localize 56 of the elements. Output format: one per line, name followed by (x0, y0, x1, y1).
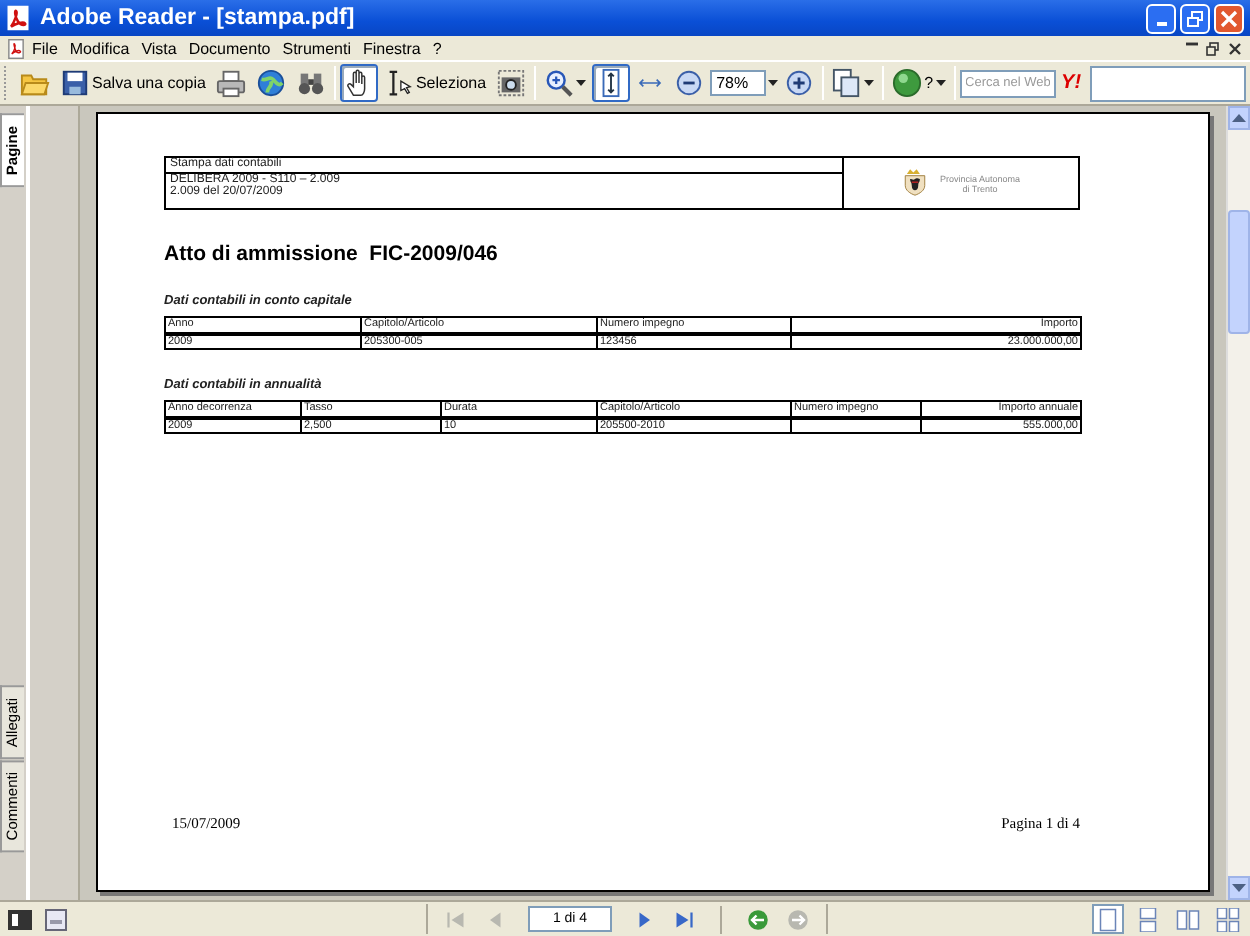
pdf-icon (4, 4, 32, 32)
back-button[interactable] (742, 904, 774, 934)
page-layout-button[interactable] (1092, 904, 1124, 934)
minimize-icon (1155, 21, 1167, 25)
minimize-icon[interactable] (1186, 41, 1198, 45)
document-title: Atto di ammissione FIC-2009/046 (164, 242, 500, 266)
skip-back-icon (444, 907, 468, 931)
menu-item[interactable]: Documento (182, 39, 277, 57)
help-button[interactable]: ? (888, 64, 950, 102)
restore-button[interactable] (1180, 3, 1210, 33)
text-field[interactable] (1089, 65, 1246, 101)
down-arrow-icon[interactable] (1232, 884, 1246, 892)
scrollbar-thumb[interactable] (1228, 210, 1250, 334)
single-page-icon (1096, 907, 1120, 931)
scrollbar[interactable] (1226, 106, 1250, 900)
crest-icon (901, 168, 928, 198)
window-title: Adobe Reader - [stampa.pdf] (40, 6, 357, 30)
minimize-button[interactable] (1146, 3, 1176, 33)
window-icon[interactable] (42, 905, 70, 933)
close-icon[interactable] (1228, 41, 1242, 55)
help-icon (892, 68, 923, 98)
menu-item[interactable]: File (26, 39, 64, 57)
minus-circle-icon (674, 68, 705, 98)
facing-pages-icon (1176, 907, 1200, 931)
caret-icon[interactable] (768, 80, 779, 86)
up-arrow-icon[interactable] (1232, 114, 1246, 122)
fit-width-icon (636, 78, 665, 88)
save-button[interactable]: Salva una copia (56, 64, 210, 102)
menu-item[interactable]: Finestra (356, 39, 427, 57)
close-button[interactable] (1214, 3, 1244, 33)
continuous-pages-icon (1136, 907, 1160, 931)
select-tool-button[interactable]: Seleziona (379, 64, 491, 102)
zoom-field[interactable]: 78% (710, 70, 767, 96)
menu-item[interactable]: Modifica (63, 39, 136, 57)
camera-icon (496, 68, 527, 98)
page-layout-button[interactable] (1212, 904, 1244, 934)
menu-item[interactable]: ? (426, 39, 448, 57)
page-layout-button[interactable] (1172, 904, 1204, 934)
menu-item[interactable]: Vista (135, 39, 183, 57)
fit-page-button[interactable] (592, 64, 631, 102)
panel-icon[interactable] (6, 905, 34, 933)
pages-icon (832, 68, 863, 98)
pages-button[interactable] (828, 64, 879, 102)
close-icon (1220, 9, 1238, 27)
forward-arrow-icon (786, 907, 810, 931)
continuous-facing-icon (1216, 907, 1240, 931)
hand-tool-button[interactable] (339, 64, 378, 102)
plus-circle-icon (784, 68, 815, 98)
skip-forward-icon (672, 907, 696, 931)
printer-icon (215, 68, 246, 98)
yahoo-button[interactable]: Y! (1057, 64, 1086, 102)
binoculars-icon (295, 68, 326, 98)
menu-item[interactable]: Strumenti (276, 39, 357, 57)
globe-icon (255, 68, 286, 98)
back-arrow-icon (746, 907, 770, 931)
zoom-in-icon (544, 68, 575, 98)
